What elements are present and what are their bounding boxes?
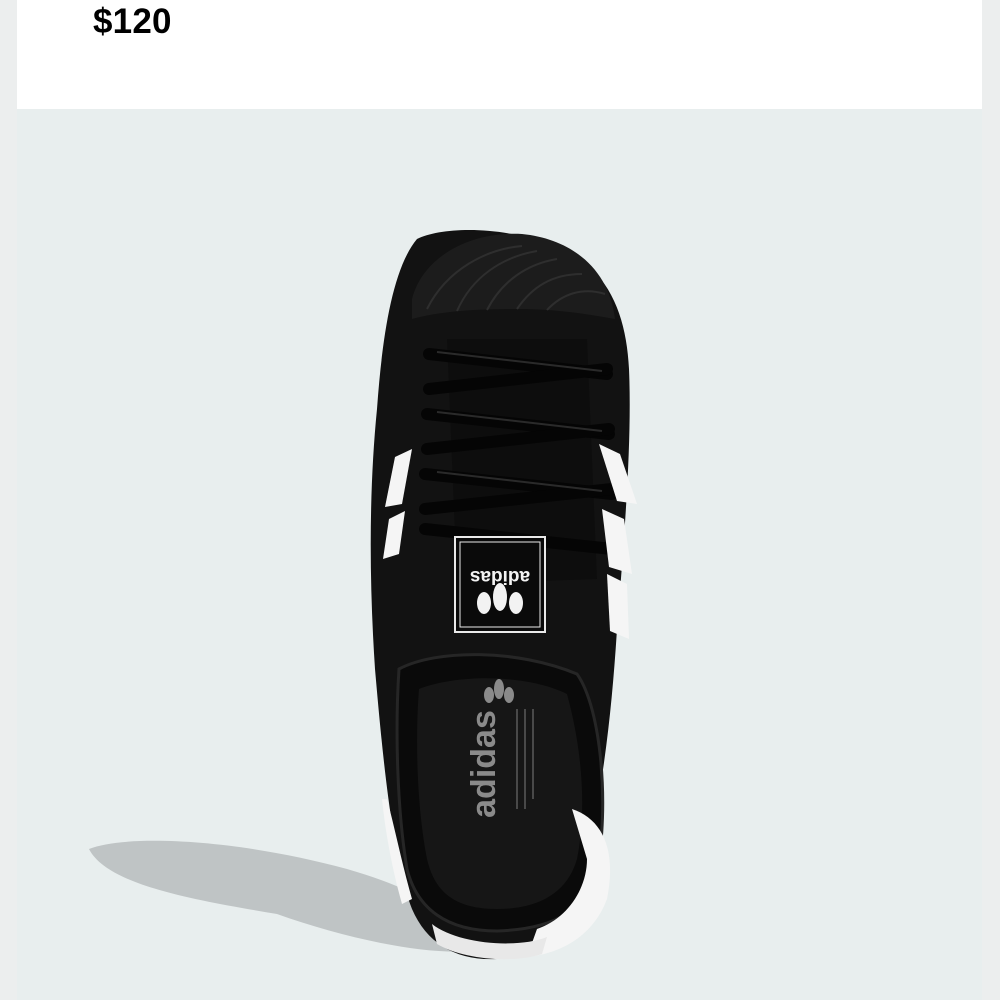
product-image[interactable]: adidas adidas <box>17 109 982 1000</box>
price-card: $120 <box>17 0 982 109</box>
tongue-brand-text: adidas <box>470 566 530 587</box>
insole-brand-text: adidas <box>465 710 503 818</box>
left-gutter <box>0 0 17 1000</box>
sneaker-illustration: adidas adidas <box>89 230 637 960</box>
product-page: $120 adidas adidas <box>0 0 1000 1000</box>
product-price: $120 <box>93 2 172 41</box>
right-gutter <box>982 0 1000 1000</box>
